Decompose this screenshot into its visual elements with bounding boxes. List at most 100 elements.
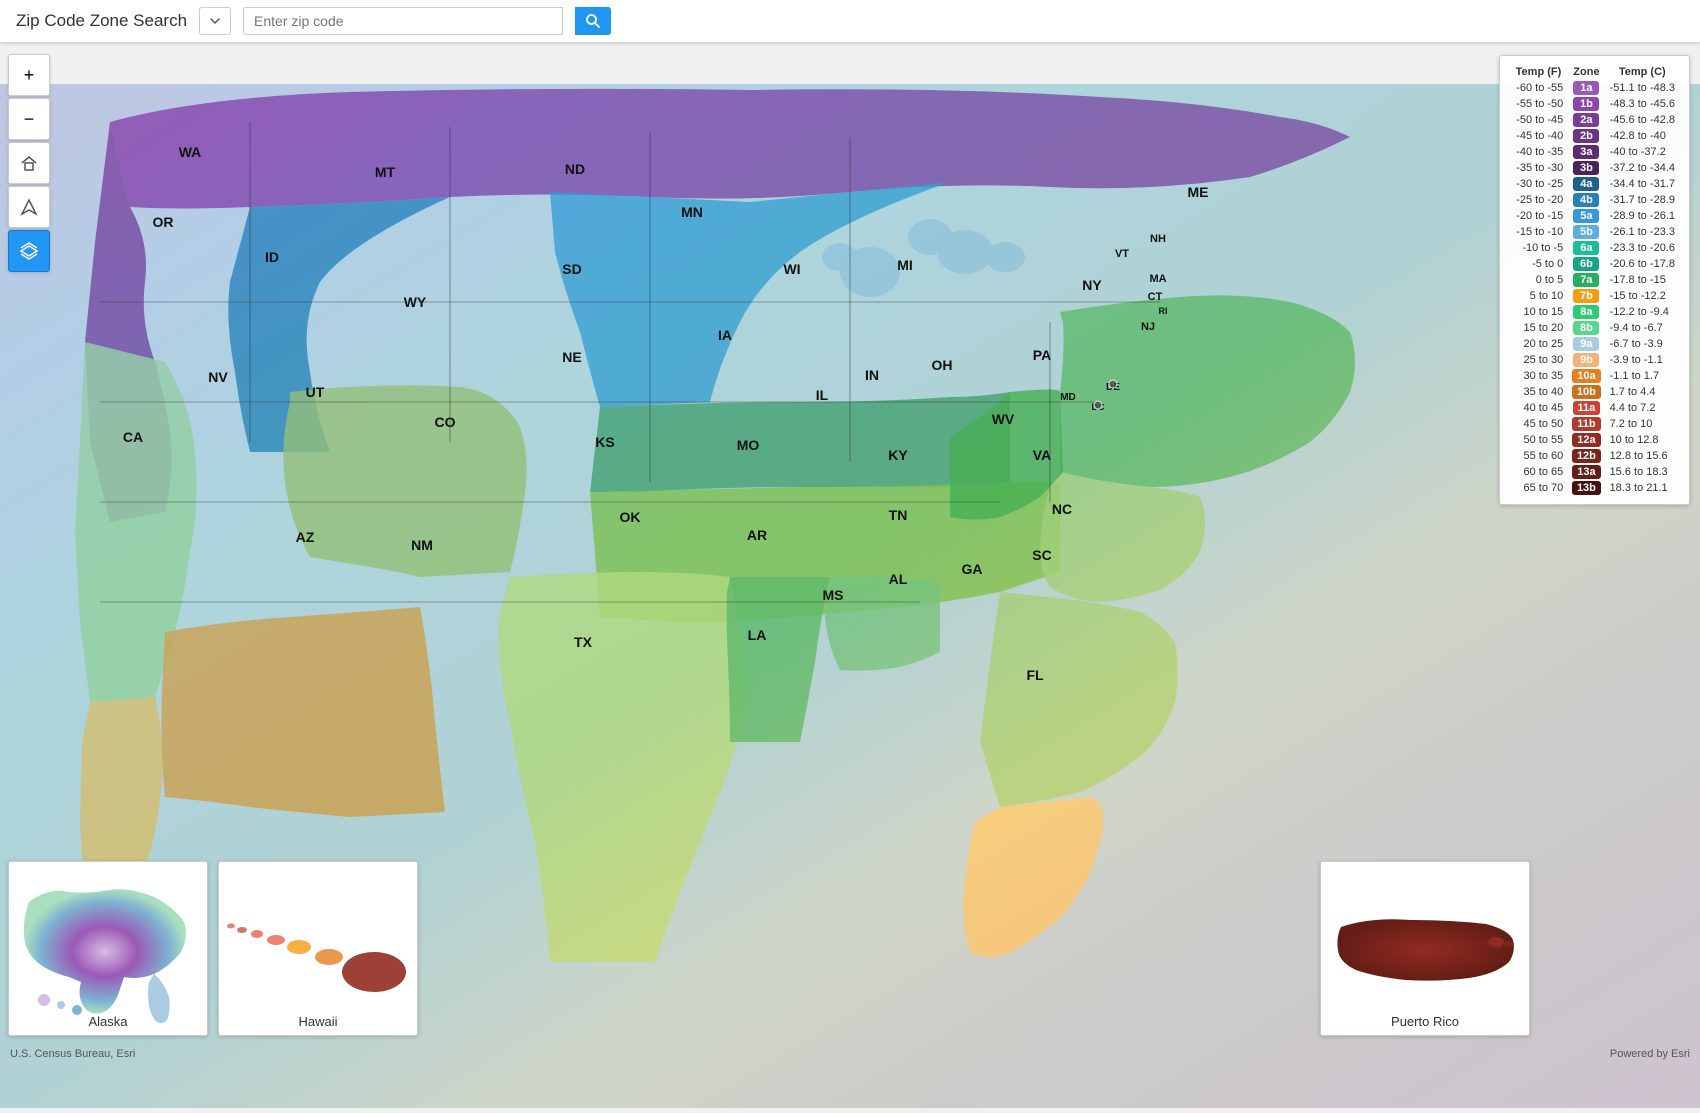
state-label-MD: MD: [1060, 392, 1076, 403]
legend-tempc: 10 to 12.8: [1606, 432, 1679, 448]
legend-tempc: -23.3 to -20.6: [1606, 240, 1679, 256]
legend-zone: 6b: [1567, 256, 1605, 272]
legend-tempf: -40 to -35: [1510, 144, 1568, 160]
legend-tempc: -40 to -37.2: [1606, 144, 1679, 160]
legend-row: -25 to -204b-31.7 to -28.9: [1510, 192, 1679, 208]
state-label-NE: NE: [562, 349, 581, 365]
legend-row: -50 to -452a-45.6 to -42.8: [1510, 112, 1679, 128]
state-label-NJ: NJ: [1141, 321, 1155, 333]
state-label-ID: ID: [265, 249, 279, 265]
legend-zone: 10b: [1567, 384, 1605, 400]
zoom-in-button[interactable]: +: [8, 54, 50, 96]
legend-tempc: -6.7 to -3.9: [1606, 336, 1679, 352]
legend-zone: 9a: [1567, 336, 1605, 352]
legend-zone: 13a: [1567, 464, 1605, 480]
legend-tempc: -34.4 to -31.7: [1606, 176, 1679, 192]
legend-tempc: -48.3 to -45.6: [1606, 96, 1679, 112]
state-label-WI: WI: [783, 261, 800, 277]
state-label-SD: SD: [562, 261, 581, 277]
legend-row: -60 to -551a-51.1 to -48.3: [1510, 80, 1679, 96]
legend-tempf: -60 to -55: [1510, 80, 1568, 96]
legend-row: -45 to -402b-42.8 to -40: [1510, 128, 1679, 144]
dropdown-button[interactable]: [199, 7, 231, 35]
state-label-ND: ND: [565, 161, 585, 177]
zoom-out-button[interactable]: −: [8, 98, 50, 140]
legend-tempf: 25 to 30: [1510, 352, 1568, 368]
state-label-IL: IL: [816, 387, 829, 403]
legend-row: -40 to -353a-40 to -37.2: [1510, 144, 1679, 160]
legend-tempf: 60 to 65: [1510, 464, 1568, 480]
legend-zone: 1b: [1567, 96, 1605, 112]
state-label-RI: RI: [1159, 306, 1168, 316]
home-button[interactable]: [8, 142, 50, 184]
legend-tempf: -55 to -50: [1510, 96, 1568, 112]
state-label-TX: TX: [574, 634, 593, 650]
legend-row: 55 to 6012b12.8 to 15.6: [1510, 448, 1679, 464]
legend-zone: 5a: [1567, 208, 1605, 224]
state-label-FL: FL: [1026, 667, 1044, 683]
attribution-right: Powered by Esri: [1610, 1048, 1690, 1060]
legend-tempc: -15 to -12.2: [1606, 288, 1679, 304]
legend-row: 25 to 309b-3.9 to -1.1: [1510, 352, 1679, 368]
legend-zone: 13b: [1567, 480, 1605, 496]
locate-button[interactable]: [8, 186, 50, 228]
legend-tempc: -45.6 to -42.8: [1606, 112, 1679, 128]
legend-zone: 4b: [1567, 192, 1605, 208]
legend-zone: 2b: [1567, 128, 1605, 144]
state-label-CT: CT: [1148, 291, 1163, 303]
legend-row: 5 to 107b-15 to -12.2: [1510, 288, 1679, 304]
legend-row: -15 to -105b-26.1 to -23.3: [1510, 224, 1679, 240]
legend-row: 35 to 4010b1.7 to 4.4: [1510, 384, 1679, 400]
legend-zone: 11a: [1567, 400, 1605, 416]
legend-row: 0 to 57a-17.8 to -15: [1510, 272, 1679, 288]
legend-tempc: -37.2 to -34.4: [1606, 160, 1679, 176]
legend-tempf: 45 to 50: [1510, 416, 1568, 432]
legend-zone: 3a: [1567, 144, 1605, 160]
legend-row: 65 to 7013b18.3 to 21.1: [1510, 480, 1679, 496]
legend-row: 45 to 5011b7.2 to 10: [1510, 416, 1679, 432]
legend-tempc: -17.8 to -15: [1606, 272, 1679, 288]
state-label-VT: VT: [1115, 248, 1129, 260]
legend-row: 20 to 259a-6.7 to -3.9: [1510, 336, 1679, 352]
state-label-AL: AL: [889, 571, 908, 587]
legend-zone: 4a: [1567, 176, 1605, 192]
legend-zone: 7a: [1567, 272, 1605, 288]
state-label-WV: WV: [992, 411, 1015, 427]
layers-button[interactable]: [8, 230, 50, 272]
inset-alaska: Alaska: [8, 861, 208, 1036]
attribution-left: U.S. Census Bureau, Esri: [10, 1048, 135, 1060]
legend-tempf: -30 to -25: [1510, 176, 1568, 192]
state-label-UT: UT: [306, 384, 325, 400]
legend-tempf: 65 to 70: [1510, 480, 1568, 496]
search-button[interactable]: [575, 7, 611, 35]
zip-search-input[interactable]: [243, 7, 563, 35]
legend-tempf: -25 to -20: [1510, 192, 1568, 208]
alaska-label: Alaska: [9, 1014, 207, 1029]
state-label-TN: TN: [889, 507, 908, 523]
legend-panel: Temp (F) Zone Temp (C) -60 to -551a-51.1…: [1499, 55, 1690, 505]
legend-tempf: 55 to 60: [1510, 448, 1568, 464]
legend-row: -20 to -155a-28.9 to -26.1: [1510, 208, 1679, 224]
legend-tempf: -20 to -15: [1510, 208, 1568, 224]
legend-zone: 2a: [1567, 112, 1605, 128]
state-label-OK: OK: [620, 509, 641, 525]
legend-tempf: 0 to 5: [1510, 272, 1568, 288]
state-label-IA: IA: [718, 327, 732, 343]
legend-tempc: -26.1 to -23.3: [1606, 224, 1679, 240]
state-label-AR: AR: [747, 527, 767, 543]
legend-row: -5 to 06b-20.6 to -17.8: [1510, 256, 1679, 272]
state-label-KS: KS: [595, 434, 614, 450]
state-label-NC: NC: [1052, 501, 1072, 517]
state-label-VA: VA: [1033, 447, 1051, 463]
app-title: Zip Code Zone Search: [16, 11, 187, 31]
legend-zone: 11b: [1567, 416, 1605, 432]
legend-tempc: -51.1 to -48.3: [1606, 80, 1679, 96]
legend-tempc: 15.6 to 18.3: [1606, 464, 1679, 480]
state-label-ME: ME: [1188, 184, 1209, 200]
hawaii-label: Hawaii: [219, 1014, 417, 1029]
legend-tempf: -45 to -40: [1510, 128, 1568, 144]
legend-row: 60 to 6513a15.6 to 18.3: [1510, 464, 1679, 480]
legend-row: 40 to 4511a4.4 to 7.2: [1510, 400, 1679, 416]
state-label-MI: MI: [897, 257, 913, 273]
legend-tempf: -5 to 0: [1510, 256, 1568, 272]
